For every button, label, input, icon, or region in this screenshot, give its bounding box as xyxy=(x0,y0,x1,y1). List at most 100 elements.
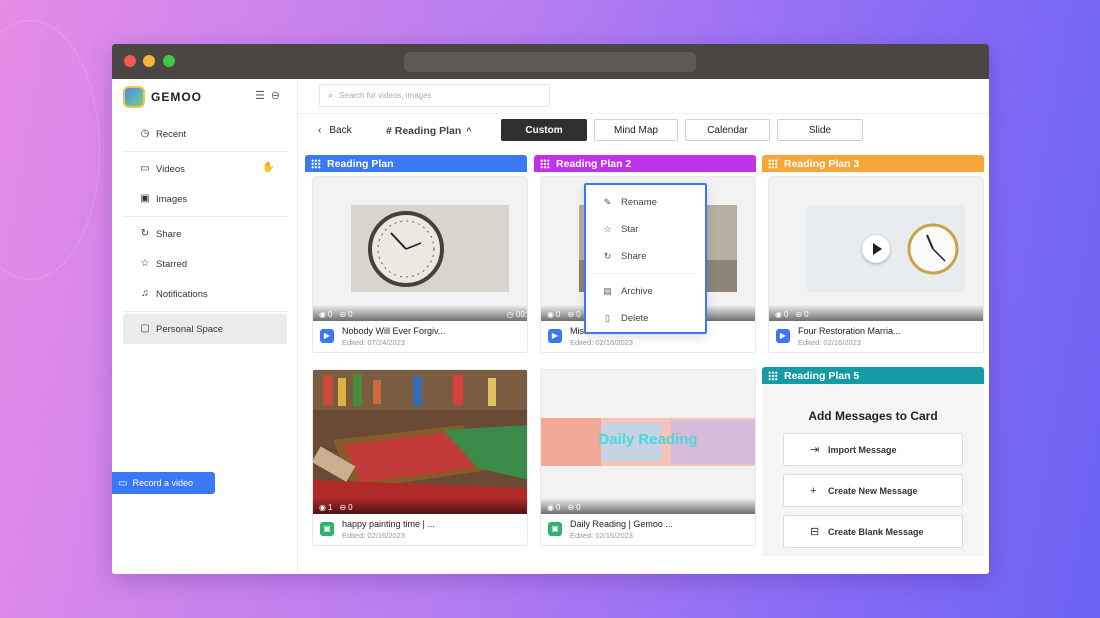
card-meta: ▣ happy painting time | ... Edited: 02/1… xyxy=(313,514,527,545)
chevron-left-icon: ‹ xyxy=(318,125,322,136)
card-stats: ◉ 0 ⊖ 0 xyxy=(541,498,755,514)
sidebar-item-label: Videos xyxy=(156,163,185,175)
sidebar-item-images[interactable]: ▣ Images xyxy=(112,184,298,214)
column-title: Reading Plan 2 xyxy=(556,157,632,170)
gemoo-logo-icon xyxy=(123,86,145,108)
sidebar-item-videos[interactable]: ▭ Videos ✋ xyxy=(112,154,298,184)
views-count: 0 xyxy=(783,310,789,319)
card[interactable]: Daily Reading ◉ 0 ⊖ 0 ▣ Daily Reading | Ge… xyxy=(540,369,756,546)
brand-logo[interactable]: GEMOO xyxy=(123,86,202,108)
column-title: Reading Plan 5 xyxy=(784,369,860,382)
close-window-button[interactable] xyxy=(124,55,136,67)
views-icon: ◉ xyxy=(547,503,554,512)
record-video-button[interactable]: ▭ Record a video xyxy=(112,472,215,494)
button-label: Create Blank Message xyxy=(828,526,924,537)
drag-handle-icon[interactable] xyxy=(540,159,550,169)
import-icon: ⇥ xyxy=(810,444,820,456)
tab-label: Slide xyxy=(808,124,832,136)
card[interactable]: ◉ 0 ⊖ 0 ◷ 00: ▶ Nobody Will Ever Forgiv...… xyxy=(312,176,528,353)
sidebar-item-personal-space[interactable]: ▢ Personal Space xyxy=(123,314,287,344)
board-title-dropdown[interactable]: # Reading Plan ^ xyxy=(386,125,472,137)
address-bar[interactable] xyxy=(404,52,696,72)
back-label: Back xyxy=(329,125,352,136)
menu-item-rename[interactable]: ✎ Rename xyxy=(586,189,705,216)
search-placeholder: Search for videos, images xyxy=(339,91,432,100)
views-count: 1 xyxy=(327,503,333,512)
create-blank-message-button[interactable]: ⊟ Create Blank Message xyxy=(783,515,963,548)
views-count: 0 xyxy=(555,503,561,512)
tab-slide[interactable]: Slide xyxy=(777,119,863,141)
background-decoration xyxy=(0,20,100,280)
card-date: Edited: 02/16/2023 xyxy=(570,338,633,347)
menu-item-delete[interactable]: ▯ Delete xyxy=(586,305,705,332)
image-type-icon: ▣ xyxy=(548,522,562,536)
menu-item-star[interactable]: ☆ Star xyxy=(586,216,705,243)
sidebar-item-recent[interactable]: ◷ Recent xyxy=(112,119,298,149)
drag-handle-icon[interactable] xyxy=(311,159,321,169)
search-icon: ⌕ xyxy=(328,90,334,100)
button-label: Import Message xyxy=(828,444,897,455)
minimize-window-button[interactable] xyxy=(143,55,155,67)
create-new-message-button[interactable]: + Create New Message xyxy=(783,474,963,507)
video-type-icon: ▶ xyxy=(548,329,562,343)
video-icon: ▭ xyxy=(140,163,150,174)
card-stats: ◉ 1 ⊖ 0 xyxy=(313,498,527,514)
card-meta: ▶ Four Restoration Marria... Edited: 02/… xyxy=(769,321,983,352)
sidebar-item-notifications[interactable]: ♫ Notifications xyxy=(112,279,298,309)
column-header[interactable]: Reading Plan 3 xyxy=(762,155,984,172)
back-button[interactable]: ‹ Back xyxy=(318,125,352,136)
card-date: Edited: 02/16/2023 xyxy=(342,531,405,540)
image-type-icon: ▣ xyxy=(320,522,334,536)
views-icon: ◉ xyxy=(319,503,326,512)
sidebar-item-label: Starred xyxy=(156,258,188,270)
share-icon: ↻ xyxy=(140,228,150,239)
menu-item-share[interactable]: ↻ Share xyxy=(586,243,705,270)
card-title: Daily Reading | Gemoo ... xyxy=(570,519,673,529)
bell-icon: ♫ xyxy=(141,288,149,299)
column-header[interactable]: Reading Plan xyxy=(305,155,527,172)
card[interactable]: ◉ 0 ⊖ 0 ▶ Four Restoration Marria... Edite… xyxy=(768,176,984,353)
card-date: Edited: 02/16/2023 xyxy=(798,338,861,347)
views-icon: ◉ xyxy=(775,310,782,319)
divider xyxy=(298,113,989,114)
sidebar-nav: ◷ Recent ▭ Videos ✋ ▣ Images ↻ Share ☆ S… xyxy=(112,119,298,346)
menu-item-label: Archive xyxy=(621,286,653,297)
archive-icon: ▤ xyxy=(603,286,612,296)
comments-icon: ⊖ xyxy=(567,503,575,512)
menu-icon[interactable]: ☰ xyxy=(255,89,265,102)
sidebar-item-starred[interactable]: ☆ Starred xyxy=(112,249,298,279)
add-messages-panel: Add Messages to Card ⇥ Import Message + … xyxy=(762,384,984,556)
tab-calendar[interactable]: Calendar xyxy=(685,119,770,141)
column-header[interactable]: Reading Plan 2 xyxy=(534,155,756,172)
card[interactable]: ◉ 1 ⊖ 0 ▣ happy painting time | ... Edited… xyxy=(312,369,528,546)
play-button[interactable] xyxy=(862,235,890,263)
tab-mind-map[interactable]: Mind Map xyxy=(594,119,678,141)
card-thumbnail: ◉ 1 ⊖ 0 xyxy=(313,370,527,514)
column-header[interactable]: Reading Plan 5 xyxy=(762,367,984,384)
menu-item-archive[interactable]: ▤ Archive xyxy=(586,278,705,305)
divider xyxy=(122,216,288,217)
menu-item-label: Delete xyxy=(621,313,649,324)
sidebar-item-label: Share xyxy=(156,228,182,240)
video-type-icon: ▶ xyxy=(776,329,790,343)
search-input[interactable]: ⌕ Search for videos, images xyxy=(319,84,550,107)
clock-icon: ◷ xyxy=(140,128,150,139)
tab-custom[interactable]: Custom xyxy=(501,119,587,141)
import-message-button[interactable]: ⇥ Import Message xyxy=(783,433,963,466)
video-type-icon: ▶ xyxy=(320,329,334,343)
hand-wave-icon: ✋ xyxy=(262,162,275,173)
collapse-sidebar-icon[interactable]: ⊖ xyxy=(271,89,280,102)
sidebar-item-label: Images xyxy=(156,193,188,205)
app-window: GEMOO ☰ ⊖ ◷ Recent ▭ Videos ✋ ▣ Images ↻ xyxy=(112,44,989,574)
main-content: ⌕ Search for videos, images ‹ Back # Rea… xyxy=(298,79,989,574)
drag-handle-icon[interactable] xyxy=(768,371,778,381)
sidebar-item-share[interactable]: ↻ Share xyxy=(112,219,298,249)
duration-icon: ◷ xyxy=(506,310,514,319)
card-thumbnail: ◉ 0 ⊖ 0 xyxy=(769,177,983,321)
maximize-window-button[interactable] xyxy=(163,55,175,67)
card-stats: ◉ 0 ⊖ 0 ◷ 00: xyxy=(313,305,527,321)
drag-handle-icon[interactable] xyxy=(768,159,778,169)
menu-item-label: Share xyxy=(621,251,647,262)
menu-item-label: Star xyxy=(621,224,639,235)
views-icon: ◉ xyxy=(547,310,554,319)
